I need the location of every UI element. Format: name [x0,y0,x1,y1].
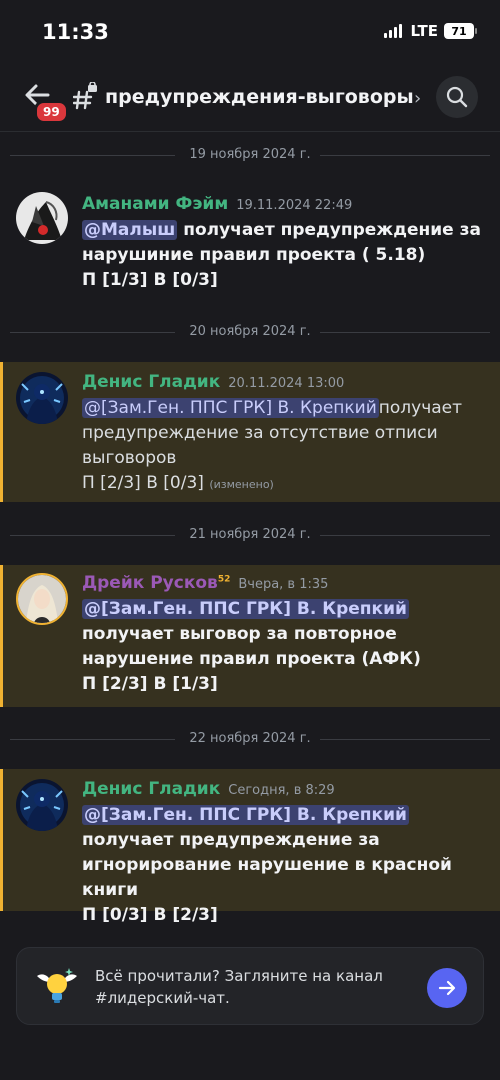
status-bar: 11:33 LTE 71 [0,0,500,62]
date-divider: 21 ноября 2024 г. [0,525,500,545]
message[interactable]: Дрейк Русков52 Вчера, в 1:35 @[Зам.Ген. … [0,565,500,707]
avatar[interactable] [16,192,68,244]
message-text: получает выговор за повторное нарушение … [82,624,421,669]
channel-header: 99 предупреждения-выговоры › [0,62,500,132]
chevron-right-icon[interactable]: › [414,88,421,109]
message-content: @Малыш получает предупреждение за наруши… [82,218,487,293]
message-author[interactable]: Дрейк Русков52 [82,573,230,593]
signal-icon [384,24,403,38]
avatar[interactable] [16,372,68,424]
message-timestamp: Вчера, в 1:35 [238,577,329,592]
battery-level: 71 [451,24,467,38]
channel-title[interactable]: предупреждения-выговоры [105,86,414,108]
message-text: получает предупреждение за игнорирование… [82,830,452,900]
message-timestamp: Сегодня, в 8:29 [228,783,335,798]
battery-icon: 71 [444,23,477,39]
message-content: @[Зам.Ген. ППС ГРК] В. Крепкий получает … [82,803,487,928]
message-timestamp: 19.11.2024 22:49 [236,198,353,213]
message-author[interactable]: Аманами Фэйм [82,194,228,214]
edited-label: (изменено) [209,478,274,491]
avatar[interactable] [16,779,68,831]
author-tag: 52 [217,574,231,585]
message-content: @[Зам.Ген. ППС ГРК] В. Крепкий получает … [82,597,487,697]
locked-hash-icon [72,81,99,110]
unread-badge: 99 [34,100,69,124]
search-icon [446,86,468,108]
date-divider-label: 20 ноября 2024 г. [189,324,311,339]
search-button[interactable] [436,76,478,118]
date-divider: 22 ноября 2024 г. [0,729,500,749]
message-counter: П [1/3] В [0/3] [82,270,218,290]
message-counter: П [2/3] В [0/3] [82,473,204,493]
message-counter: П [2/3] В [1/3] [82,674,218,694]
go-to-channel-button[interactable] [427,968,467,1008]
avatar[interactable] [16,573,68,625]
user-mention[interactable]: @[Зам.Ген. ППС ГРК] В. Крепкий [82,398,379,418]
user-mention[interactable]: @[Зам.Ген. ППС ГРК] В. Крепкий [82,805,409,825]
arrow-right-icon [438,980,456,996]
date-divider: 20 ноября 2024 г. [0,322,500,342]
user-mention[interactable]: @Малыш [82,220,178,240]
message-counter: П [0/3] В [2/3] [82,905,218,925]
message[interactable]: Аманами Фэйм 19.11.2024 22:49 @Малыш пол… [0,180,500,310]
message-author[interactable]: Денис Гладик [82,779,220,799]
read-all-prompt-text: Всё прочитали? Загляните на канал #лидер… [95,967,383,1007]
message[interactable]: Денис Гладик 20.11.2024 13:00 @[Зам.Ген.… [0,362,500,502]
network-type: LTE [410,22,438,40]
status-indicators: LTE 71 [384,22,477,40]
read-all-prompt[interactable]: Всё прочитали? Загляните на канал #лидер… [16,947,484,1025]
message-timestamp: 20.11.2024 13:00 [228,376,345,391]
status-time: 11:33 [42,20,109,44]
message-content: @[Зам.Ген. ППС ГРК] В. Крепкий получает п… [82,396,487,497]
lightbulb-wings-icon [33,962,81,1010]
date-divider-label: 19 ноября 2024 г. [189,147,311,162]
message[interactable]: Денис Гладик Сегодня, в 8:29 @[Зам.Ген. … [0,769,500,925]
date-divider-label: 21 ноября 2024 г. [189,527,311,542]
date-divider-label: 22 ноября 2024 г. [189,731,311,746]
user-mention[interactable]: @[Зам.Ген. ППС ГРК] В. Крепкий [82,599,409,619]
date-divider: 19 ноября 2024 г. [0,145,500,165]
message-author[interactable]: Денис Гладик [82,372,220,392]
